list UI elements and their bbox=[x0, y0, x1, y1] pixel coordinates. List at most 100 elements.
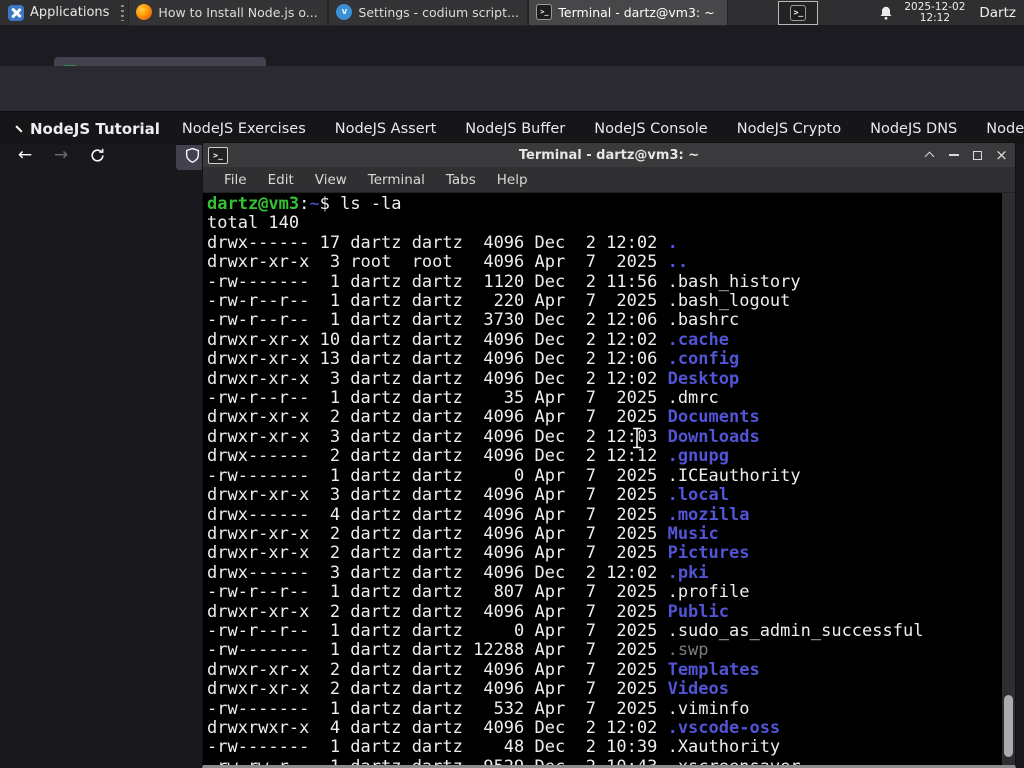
listing-name: .ICEauthority bbox=[667, 465, 801, 486]
listing-meta: drwxr-xr-x 3 dartz dartz 4096 Dec 2 12:0… bbox=[207, 368, 668, 389]
shield-icon bbox=[185, 147, 200, 163]
terminal-output-line: -rw------- 1 dartz dartz 1120 Dec 2 11:5… bbox=[207, 272, 1014, 292]
terminal-output-line: drwxr-xr-x 2 dartz dartz 4096 Apr 7 2025… bbox=[207, 544, 1014, 563]
panel-window-button[interactable]: How to Install Node.js o... bbox=[128, 0, 329, 26]
terminal-output-line: drwxr-xr-x 3 root root 4096 Apr 7 2025 .… bbox=[207, 253, 1014, 272]
terminal-close-button[interactable]: × bbox=[992, 146, 1011, 165]
terminal-output-line: -rw-r--r-- 1 dartz dartz 807 Apr 7 2025 … bbox=[207, 582, 1014, 603]
terminal-minimize-button[interactable] bbox=[944, 146, 963, 165]
listing-name: Downloads bbox=[667, 426, 760, 447]
listing-meta: drwxr-xr-x 2 dartz dartz 4096 Apr 7 2025 bbox=[207, 679, 668, 700]
user-menu[interactable]: Dartz bbox=[975, 5, 1016, 21]
panel-window-button[interactable]: V Settings - codium script... bbox=[328, 0, 529, 26]
notification-bell-icon[interactable] bbox=[878, 5, 894, 21]
listing-meta: drwxr-xr-x 3 root root 4096 Apr 7 2025 bbox=[207, 252, 668, 273]
terminal-output-line: drwx------ 17 dartz dartz 4096 Dec 2 12:… bbox=[207, 232, 1014, 253]
firefox-tab-bar: GG How to Install Node.js o × + × bbox=[0, 26, 1024, 88]
terminal-window: >_ Terminal - dartz@vm3: ~ × File Edit Vie… bbox=[202, 142, 1016, 768]
navbar-link[interactable]: NodeJS Crypto bbox=[737, 121, 841, 137]
chevron-left-icon[interactable] bbox=[15, 124, 23, 133]
navbar-link[interactable]: NodeJS Buffer bbox=[465, 121, 565, 137]
listing-meta: -rw-r--r-- 1 dartz dartz 807 Apr 7 2025 bbox=[207, 582, 668, 603]
listing-meta: drwxr-xr-x 2 dartz dartz 4096 Apr 7 2025 bbox=[207, 601, 668, 622]
terminal-output-line: -rw-r--r-- 1 dartz dartz 0 Apr 7 2025 .s… bbox=[207, 621, 1014, 641]
listing-name: .bash_logout bbox=[667, 291, 791, 312]
prompt-user-host: dartz@vm3 bbox=[207, 194, 300, 214]
listing-name: .pki bbox=[667, 562, 709, 583]
listing-name: Documents bbox=[667, 407, 760, 428]
listing-name: Pictures bbox=[667, 543, 750, 564]
listing-name: .local bbox=[667, 485, 729, 506]
listing-name: .vscode-oss bbox=[667, 717, 781, 738]
terminal-menu-tabs[interactable]: Tabs bbox=[442, 170, 480, 190]
terminal-output-line: drwxr-xr-x 2 dartz dartz 4096 Apr 7 2025… bbox=[207, 601, 1014, 622]
terminal-output-line: -rw------- 1 dartz dartz 0 Apr 7 2025 .I… bbox=[207, 465, 1014, 486]
terminal-menu-view[interactable]: View bbox=[311, 170, 351, 190]
navbar-links: NodeJS Exercises NodeJS Assert NodeJS Buff… bbox=[182, 121, 1024, 137]
terminal-shade-button[interactable] bbox=[920, 146, 939, 165]
scrollbar-thumb[interactable] bbox=[1004, 695, 1013, 757]
listing-meta: drwxr-xr-x 10 dartz dartz 4096 Dec 2 12:… bbox=[207, 329, 668, 350]
listing-name: .config bbox=[667, 349, 740, 370]
listing-meta: drwxr-xr-x 3 dartz dartz 4096 Apr 7 2025 bbox=[207, 485, 668, 506]
terminal-menu-terminal[interactable]: Terminal bbox=[364, 170, 429, 190]
clock-time: 12:12 bbox=[919, 11, 950, 24]
terminal-menu-file[interactable]: File bbox=[220, 170, 251, 190]
navbar-link-tutorial[interactable]: NodeJS Tutorial bbox=[30, 120, 160, 138]
listing-name: .xscreensaver bbox=[668, 757, 801, 765]
terminal-screen[interactable]: dartz@vm3:~$ ls -la total 140 drwx------… bbox=[204, 193, 1014, 765]
terminal-menu-help[interactable]: Help bbox=[493, 170, 532, 190]
listing-name: .viminfo bbox=[667, 698, 750, 719]
terminal-output-line: drwxr-xr-x 13 dartz dartz 4096 Dec 2 12:… bbox=[207, 350, 1014, 369]
listing-name: .profile bbox=[667, 582, 750, 603]
firefox-toolbar: ← → https://www.geeksforgeeks.org/node-j… bbox=[0, 66, 1024, 170]
terminal-output-line: drwx------ 3 dartz dartz 4096 Dec 2 12:0… bbox=[207, 562, 1014, 583]
terminal-menubar: File Edit View Terminal Tabs Help bbox=[203, 167, 1015, 193]
terminal-output-line: -rw------- 1 dartz dartz 48 Dec 2 10:39 … bbox=[207, 738, 1014, 757]
close-icon: × bbox=[995, 145, 1008, 164]
terminal-output-line: drwxr-xr-x 2 dartz dartz 4096 Apr 7 2025… bbox=[207, 408, 1014, 427]
listing-name: .Xauthority bbox=[667, 737, 781, 758]
terminal-icon: >_ bbox=[790, 4, 807, 21]
terminal-maximize-button[interactable] bbox=[968, 146, 987, 165]
maximize-icon bbox=[973, 150, 982, 160]
listing-meta: -rw------- 1 dartz dartz 532 Apr 7 2025 bbox=[207, 698, 668, 719]
panel-window-label: How to Install Node.js o... bbox=[158, 4, 318, 20]
listing-name: .dmrc bbox=[667, 388, 719, 409]
terminal-scrollbar[interactable] bbox=[1002, 193, 1015, 765]
navbar-link[interactable]: Node bbox=[986, 121, 1024, 137]
terminal-output-line: drwxr-xr-x 2 dartz dartz 4096 Apr 7 2025… bbox=[207, 659, 1014, 680]
prompt-symbol: $ bbox=[319, 194, 341, 214]
minimize-icon bbox=[948, 154, 959, 156]
panel-window-button[interactable]: >_ Terminal - dartz@vm3: ~ bbox=[528, 0, 729, 26]
panel-clock[interactable]: 2025-12-02 12:12 bbox=[904, 1, 965, 24]
reload-button[interactable] bbox=[85, 143, 109, 167]
listing-name: Public bbox=[667, 601, 729, 622]
terminal-menu-edit[interactable]: Edit bbox=[264, 170, 298, 190]
listing-name: .. bbox=[667, 252, 689, 273]
mouse-cursor-ibeam bbox=[633, 426, 641, 450]
listing-meta: drwxr-xr-x 2 dartz dartz 4096 Apr 7 2025 bbox=[207, 407, 668, 428]
terminal-output-line: drwxr-xr-x 3 dartz dartz 4096 Apr 7 2025… bbox=[207, 485, 1014, 506]
back-button[interactable]: ← bbox=[13, 143, 37, 167]
terminal-output-line: drwx------ 4 dartz dartz 4096 Apr 7 2025… bbox=[207, 505, 1014, 525]
navbar-link[interactable]: NodeJS DNS bbox=[870, 121, 957, 137]
listing-name: Templates bbox=[667, 659, 760, 680]
listing-meta: drwx------ 17 dartz dartz 4096 Dec 2 12:… bbox=[207, 232, 668, 253]
prompt-cwd: ~ bbox=[309, 194, 320, 214]
terminal-titlebar[interactable]: >_ Terminal - dartz@vm3: ~ × bbox=[203, 143, 1015, 167]
navbar-link[interactable]: NodeJS Assert bbox=[335, 121, 437, 137]
listing-name: .bashrc bbox=[667, 310, 740, 331]
tray-terminal-indicator[interactable]: >_ bbox=[778, 0, 819, 25]
listing-meta: drwxr-xr-x 2 dartz dartz 4096 Apr 7 2025 bbox=[207, 543, 668, 564]
listing-meta: drwxr-xr-x 2 dartz dartz 4096 Apr 7 2025 bbox=[207, 659, 668, 680]
panel-window-label: Terminal - dartz@vm3: ~ bbox=[558, 4, 715, 20]
forward-button[interactable]: → bbox=[49, 143, 73, 167]
navbar-link[interactable]: NodeJS Console bbox=[594, 121, 708, 137]
vscodium-icon: V bbox=[336, 4, 353, 20]
gfg-navbar: NodeJS Tutorial NodeJS Exercises NodeJS A… bbox=[0, 112, 1024, 145]
navbar-link[interactable]: NodeJS Exercises bbox=[182, 121, 306, 137]
panel-window-label: Settings - codium script... bbox=[358, 4, 519, 20]
firefox-icon bbox=[136, 4, 153, 20]
applications-menu-button[interactable]: Applications bbox=[0, 0, 117, 26]
